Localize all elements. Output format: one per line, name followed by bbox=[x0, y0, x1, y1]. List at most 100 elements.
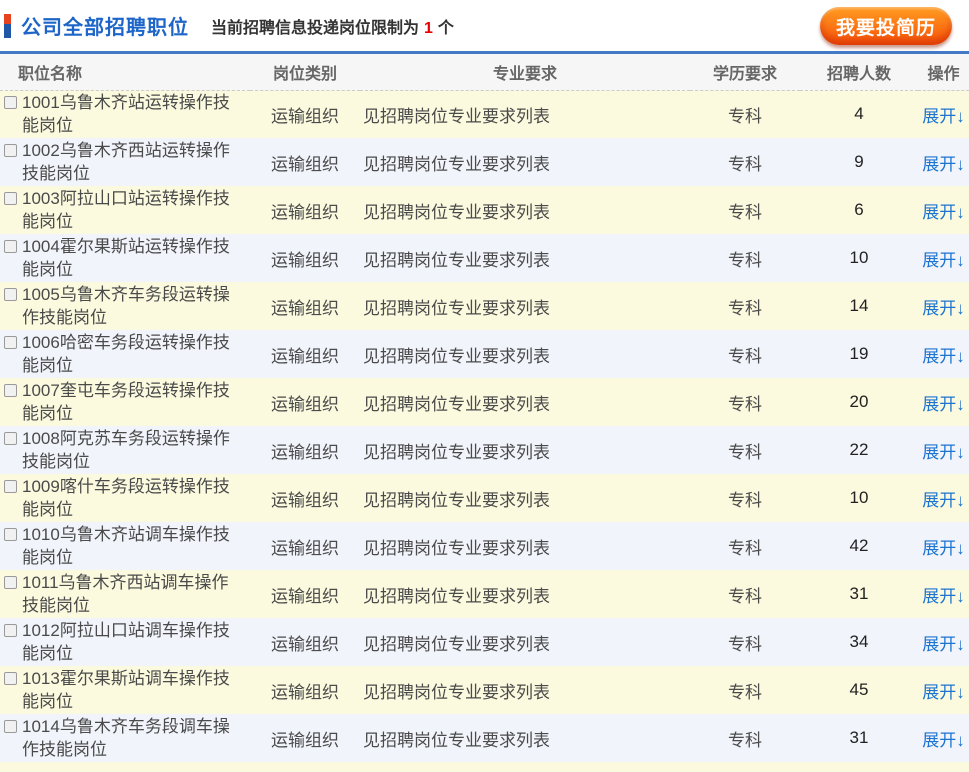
position-category: 运输组织 bbox=[250, 282, 360, 330]
education-requirement: 专科 bbox=[690, 618, 800, 666]
recruit-count: 14 bbox=[800, 282, 918, 330]
row-checkbox[interactable] bbox=[4, 480, 17, 493]
major-requirement: 见招聘岗位专业要求列表 bbox=[360, 570, 690, 618]
expand-link[interactable]: 展开↓ bbox=[922, 443, 965, 462]
position-name: 1010乌鲁木齐站调车操作技能岗位 bbox=[22, 523, 237, 569]
row-checkbox[interactable] bbox=[4, 96, 17, 109]
position-name-cell: 1009喀什车务段运转操作技能岗位 bbox=[4, 475, 250, 521]
recruit-count: 22 bbox=[800, 426, 918, 474]
expand-link[interactable]: 展开↓ bbox=[922, 299, 965, 318]
position-category: 运输组织 bbox=[250, 378, 360, 426]
table-row: 1011乌鲁木齐西站调车操作技能岗位 运输组织 见招聘岗位专业要求列表 专科 3… bbox=[0, 570, 969, 618]
recruit-count: 20 bbox=[800, 378, 918, 426]
job-table: 职位名称 岗位类别 专业要求 学历要求 招聘人数 操作 1001乌鲁木齐站运转操… bbox=[0, 54, 969, 762]
education-requirement: 专科 bbox=[690, 234, 800, 282]
expand-link[interactable]: 展开↓ bbox=[922, 155, 965, 174]
job-table-header: 职位名称 岗位类别 专业要求 学历要求 招聘人数 操作 bbox=[0, 54, 969, 90]
education-requirement: 专科 bbox=[690, 666, 800, 714]
recruit-count: 10 bbox=[800, 234, 918, 282]
col-header-position-name: 职位名称 bbox=[0, 54, 250, 90]
position-name: 1007奎屯车务段运转操作技能岗位 bbox=[22, 379, 237, 425]
education-requirement: 专科 bbox=[690, 474, 800, 522]
table-row: 1014乌鲁木齐车务段调车操作技能岗位 运输组织 见招聘岗位专业要求列表 专科 … bbox=[0, 714, 969, 762]
partial-next-row bbox=[0, 762, 969, 772]
position-name-cell: 1005乌鲁木齐车务段运转操作技能岗位 bbox=[4, 283, 250, 329]
job-table-wrap: 职位名称 岗位类别 专业要求 学历要求 招聘人数 操作 1001乌鲁木齐站运转操… bbox=[0, 51, 969, 772]
recruit-count: 42 bbox=[800, 522, 918, 570]
expand-link[interactable]: 展开↓ bbox=[922, 107, 965, 126]
recruit-count: 19 bbox=[800, 330, 918, 378]
page-title: 公司全部招聘职位 bbox=[21, 11, 189, 40]
major-requirement: 见招聘岗位专业要求列表 bbox=[360, 378, 690, 426]
education-requirement: 专科 bbox=[690, 330, 800, 378]
row-checkbox[interactable] bbox=[4, 336, 17, 349]
expand-link[interactable]: 展开↓ bbox=[922, 635, 965, 654]
position-name-cell: 1001乌鲁木齐站运转操作技能岗位 bbox=[4, 91, 250, 137]
major-requirement: 见招聘岗位专业要求列表 bbox=[360, 234, 690, 282]
education-requirement: 专科 bbox=[690, 714, 800, 762]
major-requirement: 见招聘岗位专业要求列表 bbox=[360, 618, 690, 666]
position-name-cell: 1010乌鲁木齐站调车操作技能岗位 bbox=[4, 523, 250, 569]
expand-link[interactable]: 展开↓ bbox=[922, 395, 965, 414]
row-checkbox[interactable] bbox=[4, 528, 17, 541]
table-row: 1004霍尔果斯站运转操作技能岗位 运输组织 见招聘岗位专业要求列表 专科 10… bbox=[0, 234, 969, 282]
expand-link[interactable]: 展开↓ bbox=[922, 491, 965, 510]
table-row: 1003阿拉山口站运转操作技能岗位 运输组织 见招聘岗位专业要求列表 专科 6 … bbox=[0, 186, 969, 234]
expand-link[interactable]: 展开↓ bbox=[922, 251, 965, 270]
expand-link[interactable]: 展开↓ bbox=[922, 587, 965, 606]
table-row: 1001乌鲁木齐站运转操作技能岗位 运输组织 见招聘岗位专业要求列表 专科 4 … bbox=[0, 90, 969, 138]
recruit-count: 4 bbox=[800, 90, 918, 138]
col-header-category: 岗位类别 bbox=[250, 54, 360, 90]
position-name-cell: 1004霍尔果斯站运转操作技能岗位 bbox=[4, 235, 250, 281]
education-requirement: 专科 bbox=[690, 138, 800, 186]
recruit-count: 10 bbox=[800, 474, 918, 522]
recruit-count: 9 bbox=[800, 138, 918, 186]
row-checkbox[interactable] bbox=[4, 576, 17, 589]
major-requirement: 见招聘岗位专业要求列表 bbox=[360, 138, 690, 186]
row-checkbox[interactable] bbox=[4, 384, 17, 397]
position-name: 1002乌鲁木齐西站运转操作技能岗位 bbox=[22, 139, 237, 185]
expand-link[interactable]: 展开↓ bbox=[922, 731, 965, 750]
position-name-cell: 1013霍尔果斯站调车操作技能岗位 bbox=[4, 667, 250, 713]
position-category: 运输组织 bbox=[250, 186, 360, 234]
expand-link[interactable]: 展开↓ bbox=[922, 203, 965, 222]
col-header-major: 专业要求 bbox=[360, 54, 690, 90]
position-name-cell: 1014乌鲁木齐车务段调车操作技能岗位 bbox=[4, 715, 250, 761]
table-row: 1005乌鲁木齐车务段运转操作技能岗位 运输组织 见招聘岗位专业要求列表 专科 … bbox=[0, 282, 969, 330]
expand-link[interactable]: 展开↓ bbox=[922, 539, 965, 558]
recruit-count: 45 bbox=[800, 666, 918, 714]
expand-link[interactable]: 展开↓ bbox=[922, 347, 965, 366]
position-name: 1012阿拉山口站调车操作技能岗位 bbox=[22, 619, 237, 665]
position-name: 1006哈密车务段运转操作技能岗位 bbox=[22, 331, 237, 377]
row-checkbox[interactable] bbox=[4, 288, 17, 301]
position-name-cell: 1008阿克苏车务段运转操作技能岗位 bbox=[4, 427, 250, 473]
position-category: 运输组织 bbox=[250, 522, 360, 570]
position-name: 1005乌鲁木齐车务段运转操作技能岗位 bbox=[22, 283, 237, 329]
major-requirement: 见招聘岗位专业要求列表 bbox=[360, 426, 690, 474]
education-requirement: 专科 bbox=[690, 186, 800, 234]
table-row: 1012阿拉山口站调车操作技能岗位 运输组织 见招聘岗位专业要求列表 专科 34… bbox=[0, 618, 969, 666]
row-checkbox[interactable] bbox=[4, 432, 17, 445]
recruit-count: 31 bbox=[800, 570, 918, 618]
row-checkbox[interactable] bbox=[4, 624, 17, 637]
position-category: 运输组织 bbox=[250, 474, 360, 522]
row-checkbox[interactable] bbox=[4, 672, 17, 685]
position-name-cell: 1006哈密车务段运转操作技能岗位 bbox=[4, 331, 250, 377]
position-name-cell: 1002乌鲁木齐西站运转操作技能岗位 bbox=[4, 139, 250, 185]
row-checkbox[interactable] bbox=[4, 240, 17, 253]
row-checkbox[interactable] bbox=[4, 720, 17, 733]
row-checkbox[interactable] bbox=[4, 192, 17, 205]
position-name: 1008阿克苏车务段运转操作技能岗位 bbox=[22, 427, 237, 473]
expand-link[interactable]: 展开↓ bbox=[922, 683, 965, 702]
position-category: 运输组织 bbox=[250, 138, 360, 186]
position-name: 1003阿拉山口站运转操作技能岗位 bbox=[22, 187, 237, 233]
table-row: 1010乌鲁木齐站调车操作技能岗位 运输组织 见招聘岗位专业要求列表 专科 42… bbox=[0, 522, 969, 570]
education-requirement: 专科 bbox=[690, 282, 800, 330]
title-accent-bar bbox=[4, 14, 11, 38]
major-requirement: 见招聘岗位专业要求列表 bbox=[360, 90, 690, 138]
row-checkbox[interactable] bbox=[4, 144, 17, 157]
position-name-cell: 1012阿拉山口站调车操作技能岗位 bbox=[4, 619, 250, 665]
submit-resume-button[interactable]: 我要投简历 bbox=[820, 7, 952, 45]
position-name: 1009喀什车务段运转操作技能岗位 bbox=[22, 475, 237, 521]
position-category: 运输组织 bbox=[250, 426, 360, 474]
